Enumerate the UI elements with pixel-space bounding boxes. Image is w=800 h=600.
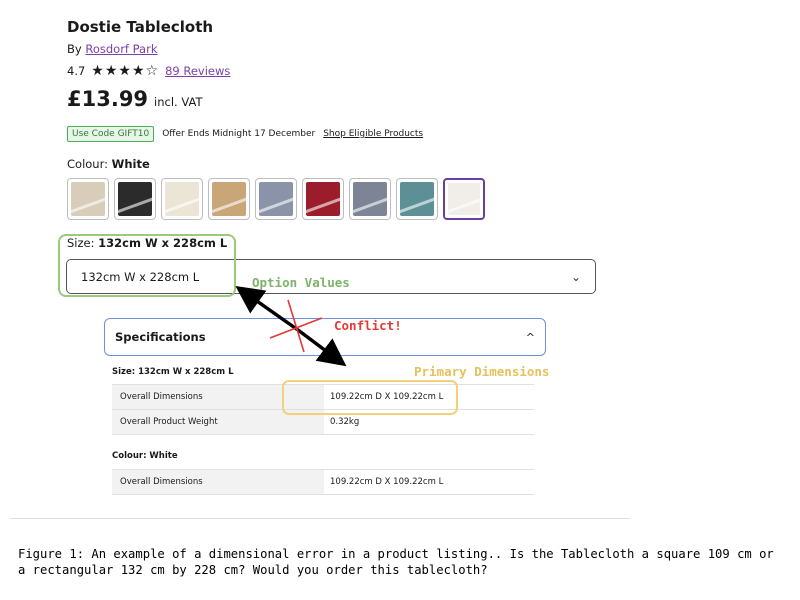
specifications-title: Specifications [115,330,206,344]
colour-swatch[interactable] [443,178,485,220]
brand-link[interactable]: Rosdorf Park [85,42,157,56]
conflict-label: Conflict! [334,318,402,333]
chevron-up-icon: ^ [525,330,535,344]
by-prefix: By [67,42,82,56]
colour-swatch[interactable] [114,178,156,220]
figure-caption: Figure 1: An example of a dimensional er… [18,547,774,577]
primary-dimensions-highlight [282,380,458,415]
spec-size-heading: Size: 132cm W x 228cm L [112,367,234,377]
vat-note: incl. VAT [154,95,203,109]
swatch-image [353,182,387,216]
colour-label: Colour: White [67,157,150,171]
swatch-image [306,182,340,216]
colour-swatch[interactable] [208,178,250,220]
option-values-highlight [58,234,236,297]
colour-swatch[interactable] [161,178,203,220]
spec-key: Overall Dimensions [112,470,324,494]
primary-dimensions-label: Primary Dimensions [414,364,550,379]
colour-swatch[interactable] [302,178,344,220]
promo-code-badge[interactable]: Use Code GIFT10 [67,126,155,142]
rating-value: 4.7 [67,64,86,78]
byline: By Rosdorf Park [67,42,157,56]
colour-swatch[interactable] [255,178,297,220]
colour-swatches [67,178,485,220]
spec-value: 109.22cm D X 109.22cm L [330,477,444,487]
colour-swatch[interactable] [396,178,438,220]
swatch-image [165,182,199,216]
reviews-link[interactable]: 89 Reviews [165,64,230,78]
swatch-image [118,182,152,216]
star-rating-icon: ★★★★☆ [91,63,160,79]
swatch-image [400,182,434,216]
price-row: £13.99 incl. VAT [67,87,203,111]
swatch-image [448,183,480,215]
swatch-image [71,182,105,216]
swatch-image [259,182,293,216]
colour-value: White [111,157,150,171]
specifications-accordion[interactable]: Specifications ^ [104,318,546,356]
product-title: Dostie Tablecloth [67,18,214,36]
promo-row: Use Code GIFT10 Offer Ends Midnight 17 D… [67,126,423,142]
divider [10,518,630,519]
rating-row: 4.7 ★★★★☆ 89 Reviews [67,63,230,79]
chevron-down-icon: ⌄ [570,269,581,284]
spec-colour-heading: Colour: White [112,451,178,461]
shop-eligible-link[interactable]: Shop Eligible Products [323,129,423,139]
option-values-label: Option Values [252,275,350,290]
offer-text: Offer Ends Midnight 17 December [162,129,316,139]
colour-swatch[interactable] [67,178,109,220]
colour-label-text: Colour: [67,157,108,171]
colour-swatch[interactable] [349,178,391,220]
price: £13.99 [67,87,149,111]
spec-row: Overall Dimensions 109.22cm D X 109.22cm… [112,469,534,495]
swatch-image [212,182,246,216]
